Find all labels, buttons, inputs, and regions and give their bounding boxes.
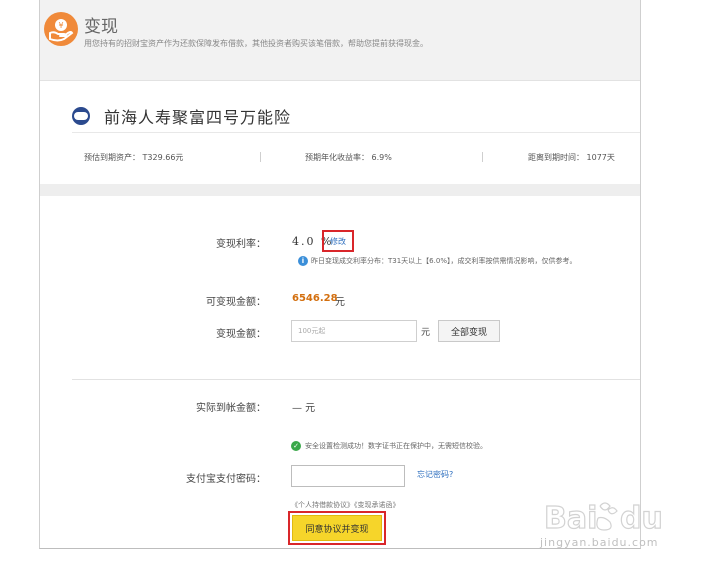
received-amount: — 元 bbox=[292, 403, 316, 414]
watermark-text: jingyan.baidu.com bbox=[540, 536, 659, 549]
page-header: ¥ 变现 用您持有的招财宝资产作为还款保障发布借款，其他投资者购买该笔借款，帮助… bbox=[40, 0, 640, 81]
product-name: 前海人寿聚富四号万能险 bbox=[104, 108, 292, 127]
info-icon: i bbox=[298, 256, 308, 266]
cash-hand-icon: ¥ bbox=[44, 12, 78, 46]
loan-agreement-link[interactable]: 《个人持借款协议》 bbox=[291, 501, 354, 509]
product-stats: 预估到期资产： T329.66元 预期年化收益率： 6.9% 距离到期时间： 1… bbox=[84, 150, 615, 164]
rate-hint-text: 昨日变现成交利率分布：T31天以上【6.0%】，成交利率按供需情况影响，仅供参考… bbox=[311, 257, 577, 265]
svg-text:Bai: Bai bbox=[544, 501, 597, 536]
forgot-password-link[interactable]: 忘记密码? bbox=[417, 469, 453, 480]
available-label: 可变现金额： bbox=[206, 297, 266, 308]
check-icon: ✓ bbox=[291, 441, 301, 451]
svg-text:du: du bbox=[620, 501, 663, 536]
page-frame: ¥ 变现 用您持有的招财宝资产作为还款保障发布借款，其他投资者购买该笔借款，帮助… bbox=[39, 0, 641, 549]
available-unit: 元 bbox=[335, 297, 345, 308]
payment-password-field[interactable] bbox=[291, 465, 405, 487]
page-description: 用您持有的招财宝资产作为还款保障发布借款，其他投资者购买该笔借款，帮助您提前获得… bbox=[84, 39, 428, 48]
stat-days-to-maturity: 距离到期时间： 1077天 bbox=[528, 153, 615, 162]
available-amount: 6546.28 bbox=[292, 293, 338, 304]
svg-text:¥: ¥ bbox=[58, 21, 63, 30]
edit-rate-link[interactable]: 修改 bbox=[322, 230, 354, 252]
agree-and-cash-out-button[interactable]: 同意协议并变现 bbox=[292, 515, 382, 541]
amount-input[interactable] bbox=[291, 320, 417, 342]
amount-unit: 元 bbox=[421, 328, 431, 338]
stat-expected-rate: 预期年化收益率： 6.9% bbox=[305, 153, 392, 162]
password-label: 支付宝支付密码： bbox=[186, 474, 266, 485]
stat-separator bbox=[482, 152, 483, 162]
security-message-text: 安全设置检测成功！数字证书正在保护中，无需短信校验。 bbox=[305, 442, 487, 450]
section-band bbox=[40, 184, 640, 196]
product-heading: 前海人寿聚富四号万能险 bbox=[72, 104, 291, 128]
stat-expected-asset: 预估到期资产： T329.66元 bbox=[84, 153, 184, 162]
divider bbox=[72, 379, 640, 380]
rate-label: 变现利率： bbox=[216, 239, 266, 250]
insurer-logo-icon bbox=[72, 107, 90, 125]
rate-hint: i 昨日变现成交利率分布：T31天以上【6.0%】，成交利率按供需情况影响，仅供… bbox=[298, 256, 576, 266]
amount-label: 变现金额： bbox=[216, 329, 266, 340]
stat-separator bbox=[260, 152, 261, 162]
agreement-links: 《个人持借款协议》《变现承诺函》 bbox=[291, 500, 400, 510]
security-message: ✓ 安全设置检测成功！数字证书正在保护中，无需短信校验。 bbox=[291, 441, 487, 451]
page-title: 变现 bbox=[84, 17, 118, 37]
received-label: 实际到帐金额： bbox=[196, 403, 266, 414]
cash-out-all-button[interactable]: 全部变现 bbox=[438, 320, 500, 342]
commitment-letter-link[interactable]: 《变现承诺函》 bbox=[354, 501, 400, 509]
submit-highlight: 同意协议并变现 bbox=[288, 511, 386, 545]
divider bbox=[72, 132, 640, 133]
